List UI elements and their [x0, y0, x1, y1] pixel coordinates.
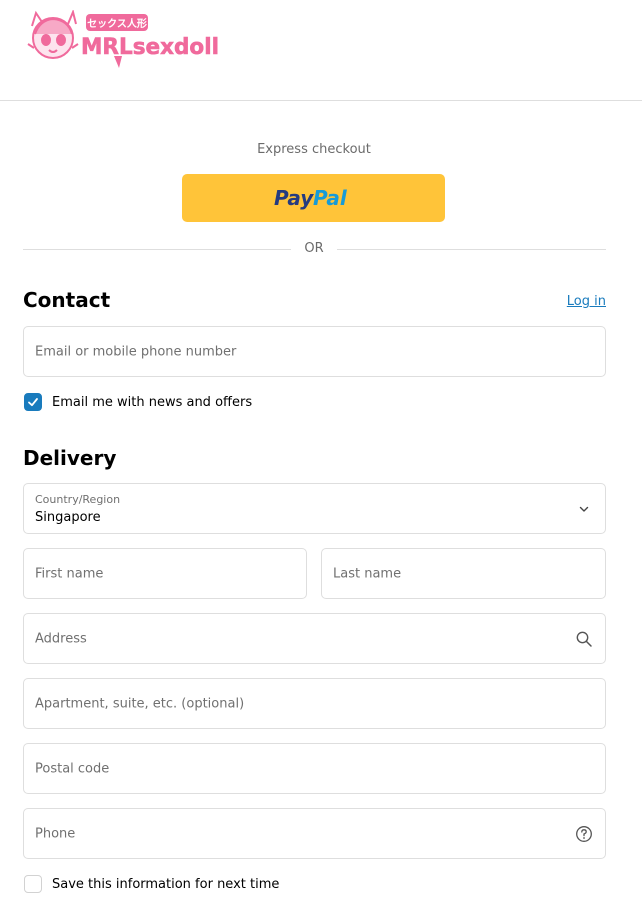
first-name-placeholder: First name: [35, 566, 104, 581]
country-select-label: Country/Region: [35, 493, 121, 506]
site-header: セックス人形 MRLsexdoll: [0, 0, 642, 101]
delivery-heading: Delivery: [23, 446, 117, 470]
address-field[interactable]: Address: [23, 613, 606, 664]
brand-logo-text: MRLsexdoll: [81, 35, 219, 60]
brand-logo-image: セックス人形 MRLsexdoll: [27, 8, 219, 68]
brand-logo-subtext: セックス人形: [87, 17, 147, 30]
paypal-logo: Pay Pal: [274, 186, 348, 210]
apartment-placeholder: Apartment, suite, etc. (optional): [35, 696, 245, 711]
save-info-checkbox-label: Save this information for next time: [52, 876, 280, 892]
address-placeholder: Address: [35, 631, 87, 646]
paypal-logo-pay: Pay: [274, 186, 314, 210]
country-select[interactable]: Country/Region Singapore: [23, 483, 606, 534]
first-name-field[interactable]: First name: [23, 548, 307, 599]
phone-placeholder: Phone: [35, 826, 76, 841]
login-link[interactable]: Log in: [560, 294, 606, 309]
postal-code-field[interactable]: Postal code: [23, 743, 606, 794]
newsletter-checkbox-row[interactable]: Email me with news and offers: [24, 393, 252, 411]
search-icon[interactable]: [575, 630, 593, 648]
brand-logo[interactable]: セックス人形 MRLsexdoll: [26, 8, 222, 72]
newsletter-checkbox[interactable]: [24, 393, 42, 411]
country-select-value: Singapore: [35, 510, 101, 525]
divider-line-left: [23, 249, 291, 250]
apartment-field[interactable]: Apartment, suite, etc. (optional): [23, 678, 606, 729]
divider-or-text: OR: [304, 241, 324, 256]
email-field-placeholder: Email or mobile phone number: [35, 344, 237, 359]
save-info-checkbox[interactable]: [24, 875, 42, 893]
email-field[interactable]: Email or mobile phone number: [23, 326, 606, 377]
divider-line-right: [337, 249, 606, 250]
help-circle-icon[interactable]: [575, 825, 593, 843]
contact-heading: Contact: [23, 288, 111, 312]
paypal-logo-pal: Pal: [313, 186, 348, 210]
last-name-placeholder: Last name: [333, 566, 402, 581]
check-icon: [28, 398, 38, 407]
express-checkout-label: Express checkout: [257, 142, 371, 157]
save-info-checkbox-row[interactable]: Save this information for next time: [24, 875, 279, 893]
paypal-button[interactable]: Pay Pal: [182, 174, 445, 222]
phone-field[interactable]: Phone: [23, 808, 606, 859]
newsletter-checkbox-label: Email me with news and offers: [52, 394, 253, 410]
chevron-down-icon: [579, 506, 589, 512]
last-name-field[interactable]: Last name: [321, 548, 606, 599]
postal-code-placeholder: Postal code: [35, 761, 110, 776]
